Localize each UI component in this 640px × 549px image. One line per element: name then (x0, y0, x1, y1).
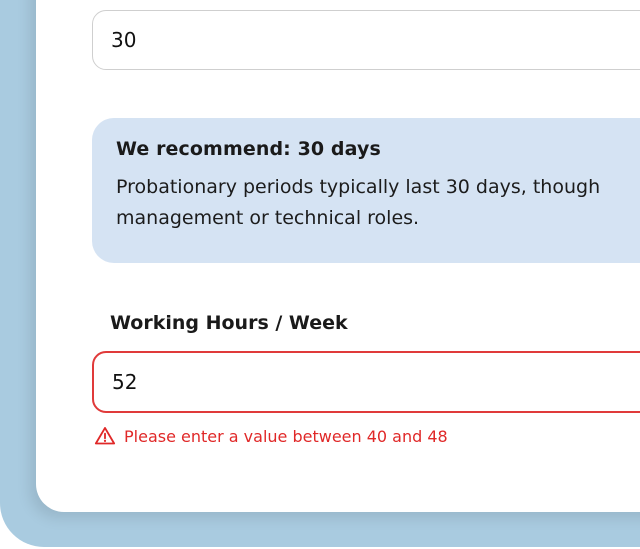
probation-days-input[interactable]: 30 (92, 10, 640, 70)
recommendation-body-line-2: management or technical roles. (116, 207, 420, 229)
recommendation-title: We recommend: 30 days (116, 138, 381, 160)
warning-triangle-icon (94, 427, 116, 445)
probation-days-value: 30 (111, 28, 137, 52)
working-hours-label: Working Hours / Week (110, 312, 348, 334)
working-hours-error: Please enter a value between 40 and 48 (94, 425, 448, 447)
recommendation-body: Probationary periods typically last 30 d… (116, 172, 640, 234)
working-hours-input[interactable]: 52 (92, 351, 640, 413)
recommendation-body-line-1: Probationary periods typically last 30 d… (116, 176, 601, 198)
recommendation-box: We recommend: 30 days Probationary perio… (92, 118, 640, 263)
working-hours-error-text: Please enter a value between 40 and 48 (124, 426, 448, 446)
screen: 30 We recommend: 30 days Probationary pe… (0, 0, 640, 549)
working-hours-value: 52 (112, 370, 138, 394)
